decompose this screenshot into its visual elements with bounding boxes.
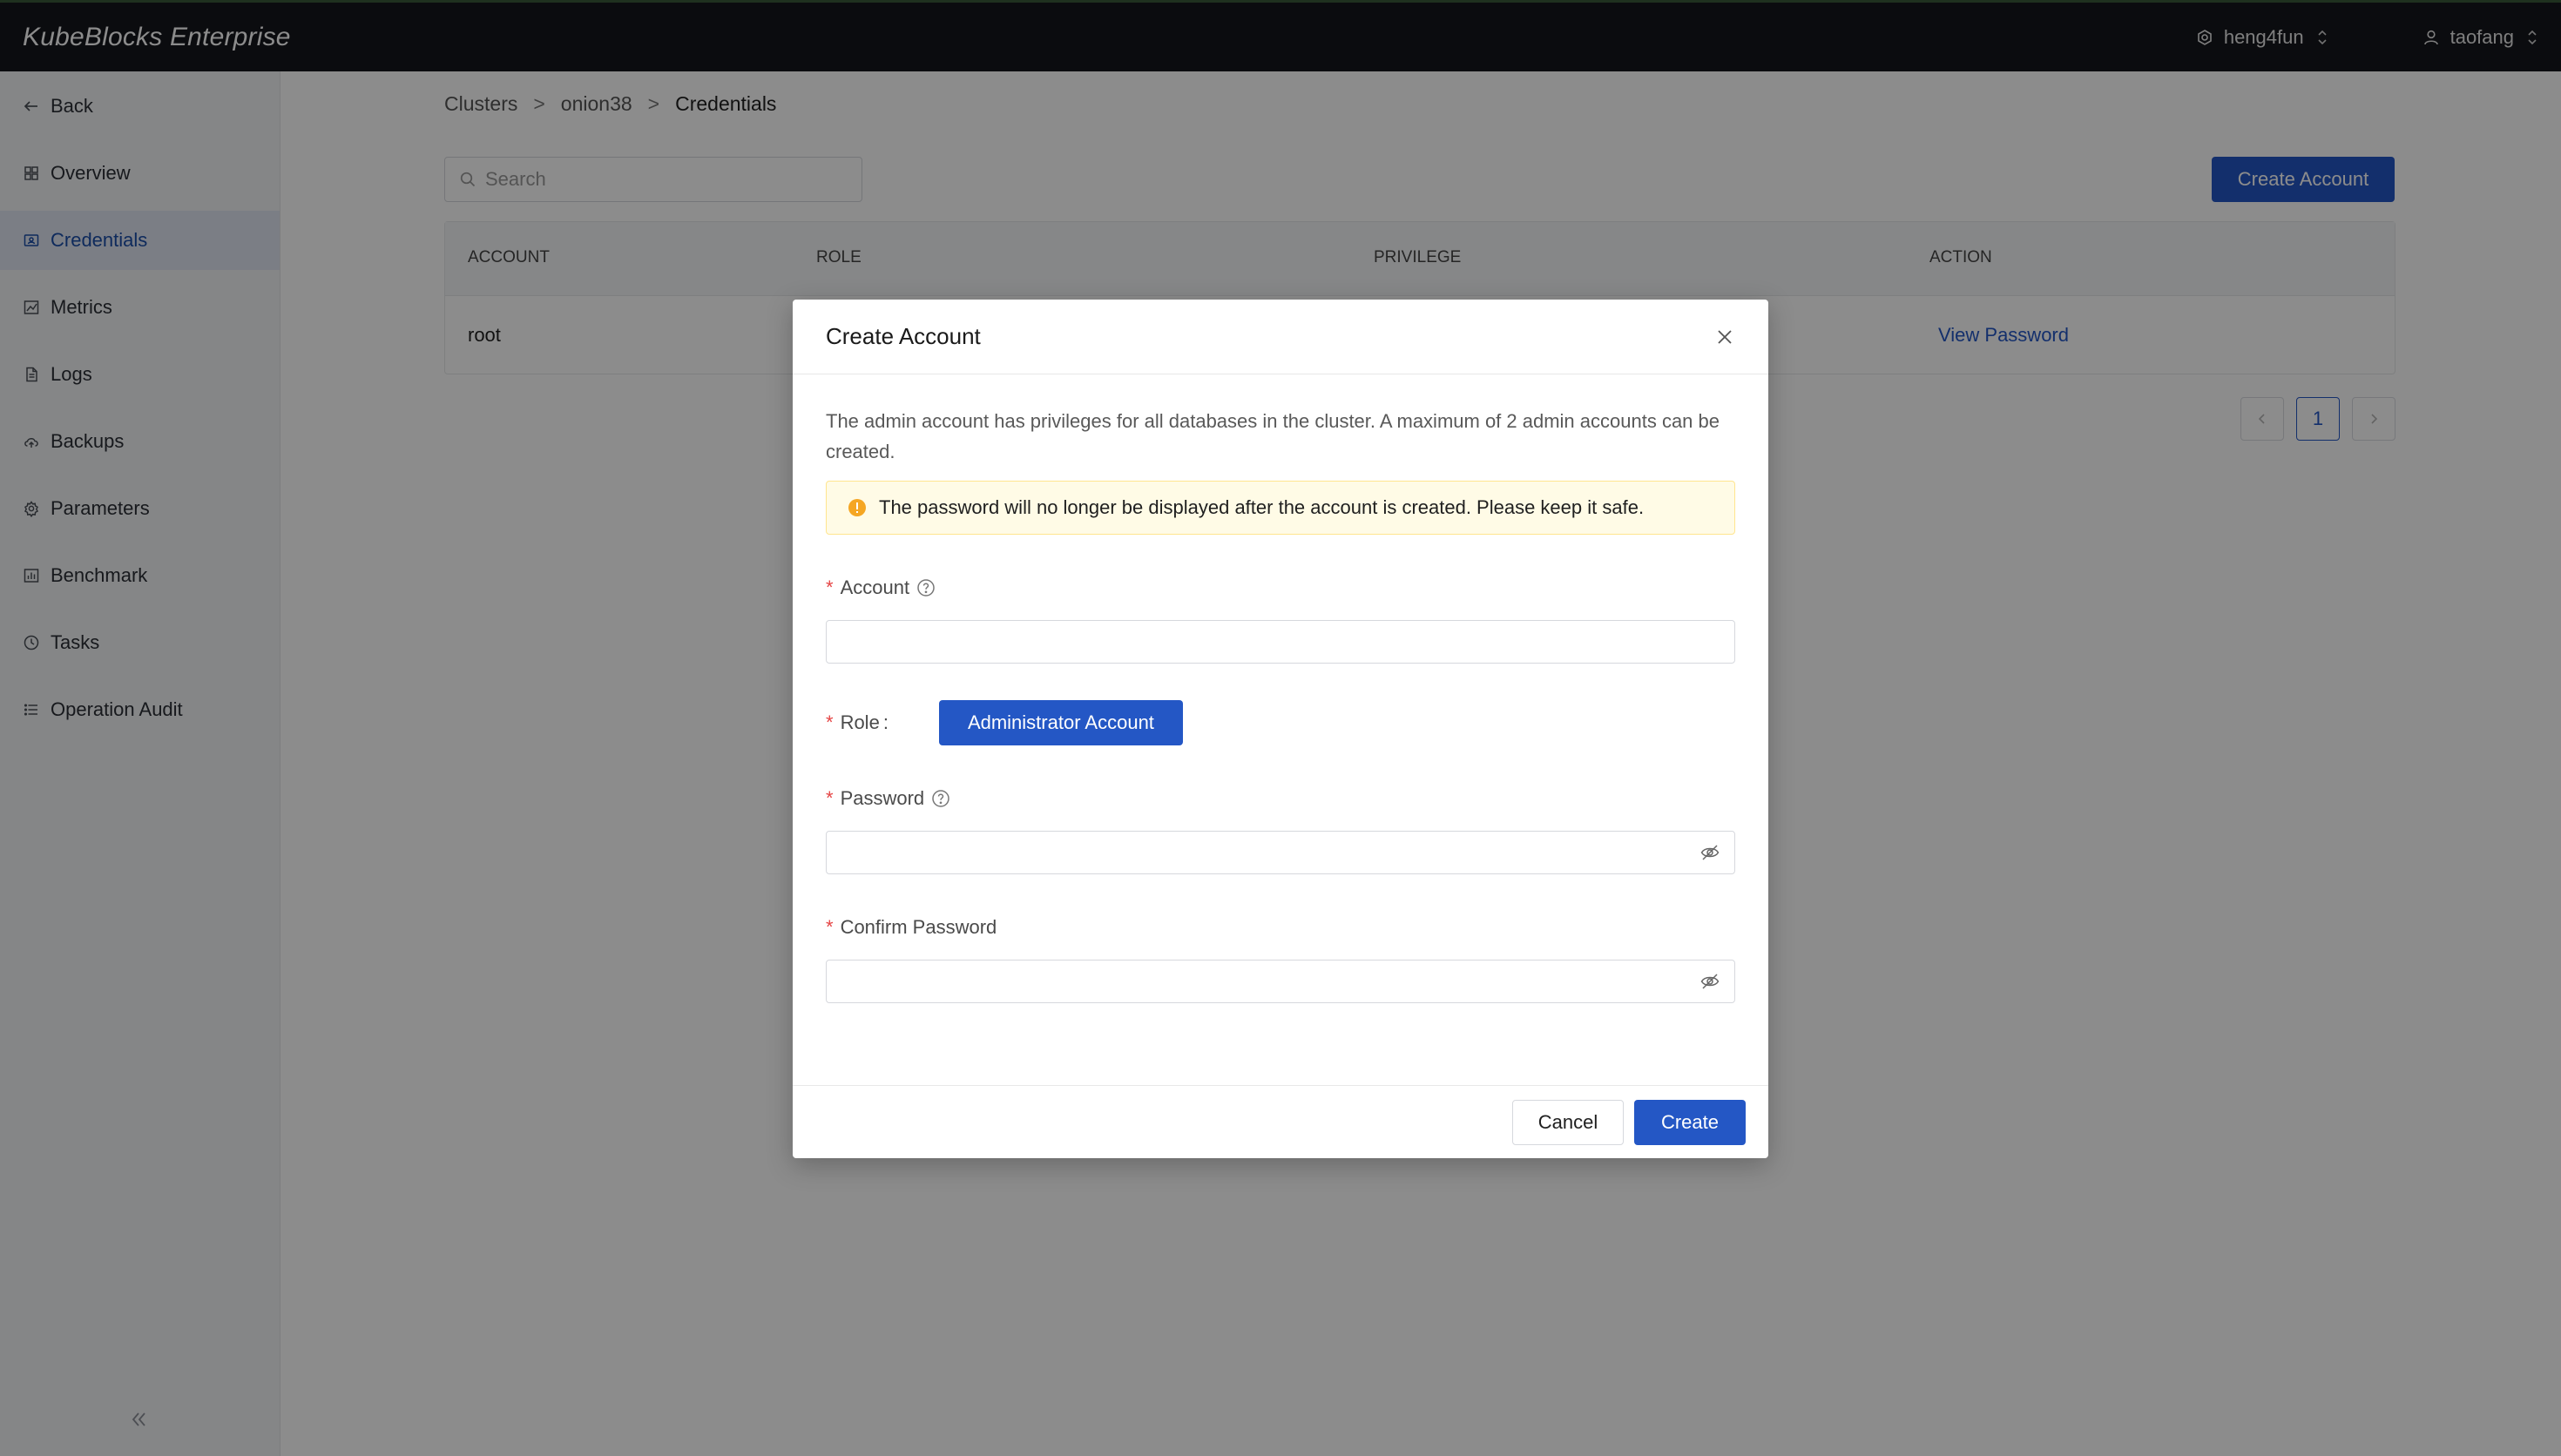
required-mark: * xyxy=(826,787,834,809)
role-label-text: Role xyxy=(840,711,880,733)
cancel-button[interactable]: Cancel xyxy=(1512,1100,1624,1145)
password-input[interactable] xyxy=(841,841,1699,864)
close-button[interactable] xyxy=(1714,327,1735,347)
modal-footer: Cancel Create xyxy=(793,1085,1768,1158)
role-label: * Role : xyxy=(826,711,889,734)
account-label-text: Account xyxy=(840,576,910,598)
toggle-confirm-password-visibility[interactable] xyxy=(1699,971,1720,992)
confirm-password-label: * Confirm Password xyxy=(826,916,1735,939)
warning-alert: The password will no longer be displayed… xyxy=(826,481,1735,535)
create-button[interactable]: Create xyxy=(1634,1100,1746,1145)
create-account-modal: Create Account The admin account has pri… xyxy=(793,300,1768,1158)
modal-description: The admin account has privileges for all… xyxy=(826,410,1720,462)
modal-header: Create Account xyxy=(793,300,1768,374)
toggle-password-visibility[interactable] xyxy=(1699,842,1720,863)
warning-icon xyxy=(848,499,866,516)
confirm-password-input[interactable] xyxy=(841,970,1699,993)
password-label-text: Password xyxy=(840,787,925,809)
role-row: * Role : Administrator Account xyxy=(826,700,1735,745)
account-input-wrap[interactable] xyxy=(826,620,1735,664)
help-icon[interactable] xyxy=(931,789,950,808)
account-label: * Account xyxy=(826,576,1735,599)
password-input-wrap[interactable] xyxy=(826,831,1735,874)
required-mark: * xyxy=(826,711,834,733)
help-icon[interactable] xyxy=(916,578,936,597)
eye-off-icon xyxy=(1700,974,1720,989)
confirm-password-input-wrap[interactable] xyxy=(826,960,1735,1003)
required-mark: * xyxy=(826,576,834,598)
warning-text: The password will no longer be displayed… xyxy=(879,496,1645,518)
eye-off-icon xyxy=(1700,845,1720,860)
modal-title: Create Account xyxy=(826,323,981,349)
close-icon xyxy=(1718,329,1732,344)
confirm-password-label-text: Confirm Password xyxy=(840,916,997,938)
modal-body: The admin account has privileges for all… xyxy=(826,374,1735,1003)
role-colon: : xyxy=(882,711,889,733)
administrator-account-button[interactable]: Administrator Account xyxy=(938,700,1183,745)
password-label: * Password xyxy=(826,787,1735,810)
account-input[interactable] xyxy=(841,630,1720,653)
required-mark: * xyxy=(826,916,834,938)
